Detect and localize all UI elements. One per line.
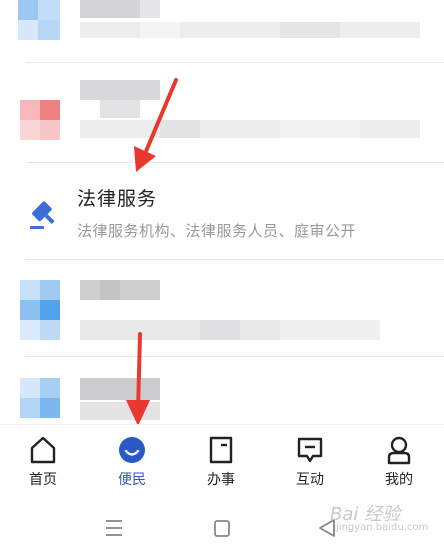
screen: 法律服务 法律服务机构、法律服务人员、庭审公开 首页 便民 办事 互动 我的 B…	[0, 0, 444, 546]
list-item[interactable]	[0, 78, 444, 148]
gavel-icon	[26, 196, 62, 232]
list-item[interactable]	[0, 378, 444, 424]
smile-icon	[119, 437, 145, 463]
home-icon	[30, 436, 56, 464]
list-item[interactable]	[0, 0, 444, 60]
document-icon	[209, 436, 233, 464]
divider	[26, 162, 444, 163]
user-icon	[387, 436, 411, 465]
tab-label: 便民	[118, 472, 146, 488]
legal-service-subtitle: 法律服务机构、法律服务人员、庭审公开	[77, 222, 357, 240]
tab-convenience[interactable]: 便民	[92, 425, 172, 501]
bottom-tab-bar: 首页 便民 办事 互动 我的	[0, 424, 444, 500]
home-button-icon[interactable]	[192, 500, 252, 546]
list-item[interactable]	[0, 278, 444, 348]
legal-service-title: 法律服务	[77, 188, 158, 210]
divider	[26, 259, 444, 260]
tab-label: 我的	[385, 472, 413, 488]
baidu-watermark: Bai 经验 jingyan.baidu.com	[330, 500, 428, 533]
tab-home[interactable]: 首页	[3, 425, 83, 501]
tab-services[interactable]: 办事	[181, 425, 261, 501]
divider	[26, 62, 444, 63]
tab-label: 办事	[207, 472, 235, 488]
legal-service-item[interactable]	[0, 164, 444, 260]
tab-mine[interactable]: 我的	[359, 425, 439, 501]
divider	[26, 356, 444, 357]
tab-interaction[interactable]: 互动	[270, 425, 350, 501]
tab-label: 首页	[29, 472, 57, 488]
watermark-url: jingyan.baidu.com	[336, 522, 429, 533]
menu-icon[interactable]	[84, 500, 144, 546]
chat-icon	[297, 437, 323, 463]
tab-label: 互动	[296, 472, 324, 488]
